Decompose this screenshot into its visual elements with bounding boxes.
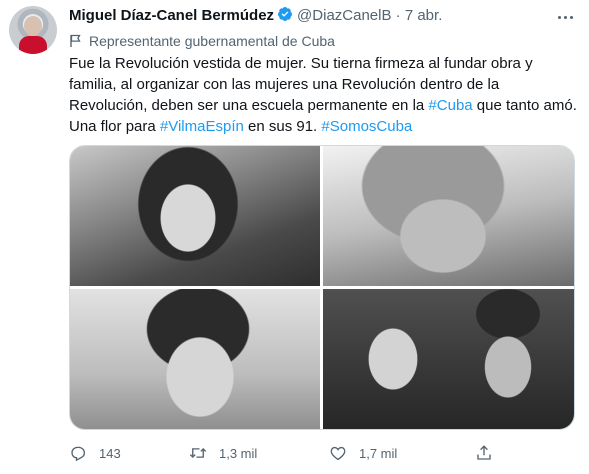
tweet-text-segment: que tanto amó. bbox=[472, 97, 577, 114]
more-dot bbox=[570, 16, 573, 19]
flag-icon bbox=[70, 34, 81, 47]
tweet-actions: 143 1,3 mil 1,7 mil bbox=[69, 440, 574, 466]
author-handle[interactable]: @DiazCanelB bbox=[297, 7, 391, 24]
header-separator: · bbox=[395, 7, 401, 24]
tweet-line: Fue la Revolución vestida de mujer. Su t… bbox=[69, 55, 533, 72]
tweet-line: Una flor para #VilmaEspín en sus 91. #So… bbox=[69, 116, 574, 137]
retweet-count: 1,3 mil bbox=[219, 445, 258, 461]
reply-icon bbox=[71, 446, 86, 462]
tweet-line: Revolución, deben ser una escuela perman… bbox=[69, 95, 577, 116]
tweet-text-segment: Una flor para bbox=[69, 118, 160, 135]
heart-icon bbox=[330, 446, 346, 461]
photo-older-woman-glasses[interactable] bbox=[323, 146, 574, 286]
share-button[interactable] bbox=[475, 440, 505, 466]
share-icon bbox=[477, 445, 491, 460]
avatar-shirt bbox=[19, 36, 47, 54]
avatar-face bbox=[24, 16, 42, 36]
author-name[interactable]: Miguel Díaz-Canel Bermúdez bbox=[69, 7, 274, 24]
tweet-text-segment: Revolución, deben ser una escuela perman… bbox=[69, 97, 429, 114]
more-dot bbox=[564, 16, 567, 19]
like-count: 1,7 mil bbox=[359, 445, 398, 461]
avatar[interactable] bbox=[9, 6, 57, 54]
tweet-date[interactable]: 7 abr. bbox=[405, 7, 443, 24]
retweet-icon bbox=[189, 447, 207, 459]
account-label-text: Representante gubernamental de Cuba bbox=[89, 33, 335, 49]
account-label[interactable]: Representante gubernamental de Cuba bbox=[69, 31, 335, 51]
retweet-button[interactable]: 1,3 mil bbox=[189, 440, 257, 466]
tweet-text: Fue la Revolución vestida de mujer. Su t… bbox=[69, 53, 577, 137]
tweet-header: Miguel Díaz-Canel Bermúdez @DiazCanelB · … bbox=[69, 6, 549, 28]
hashtag-vilmaespin[interactable]: #VilmaEspín bbox=[160, 118, 244, 135]
reply-count: 143 bbox=[99, 445, 121, 461]
photo-couple-portrait[interactable] bbox=[323, 289, 574, 429]
photo-woman-portrait[interactable] bbox=[70, 289, 320, 429]
like-button[interactable]: 1,7 mil bbox=[329, 440, 397, 466]
verified-badge-icon bbox=[278, 7, 293, 21]
hashtag-cuba[interactable]: #Cuba bbox=[428, 97, 472, 114]
tweet-line: familia, al organizar con las mujeres un… bbox=[69, 76, 500, 93]
reply-button[interactable]: 143 bbox=[69, 440, 121, 466]
tweet[interactable]: Miguel Díaz-Canel Bermúdez @DiazCanelB · … bbox=[0, 0, 589, 474]
tweet-text-segment: en sus 91. bbox=[243, 118, 322, 135]
photo-young-woman-smiling[interactable] bbox=[70, 146, 320, 286]
hashtag-somoscuba[interactable]: #SomosCuba bbox=[321, 118, 412, 135]
more-dot bbox=[558, 16, 561, 19]
media-grid bbox=[69, 145, 575, 430]
more-options-button[interactable] bbox=[555, 8, 577, 26]
